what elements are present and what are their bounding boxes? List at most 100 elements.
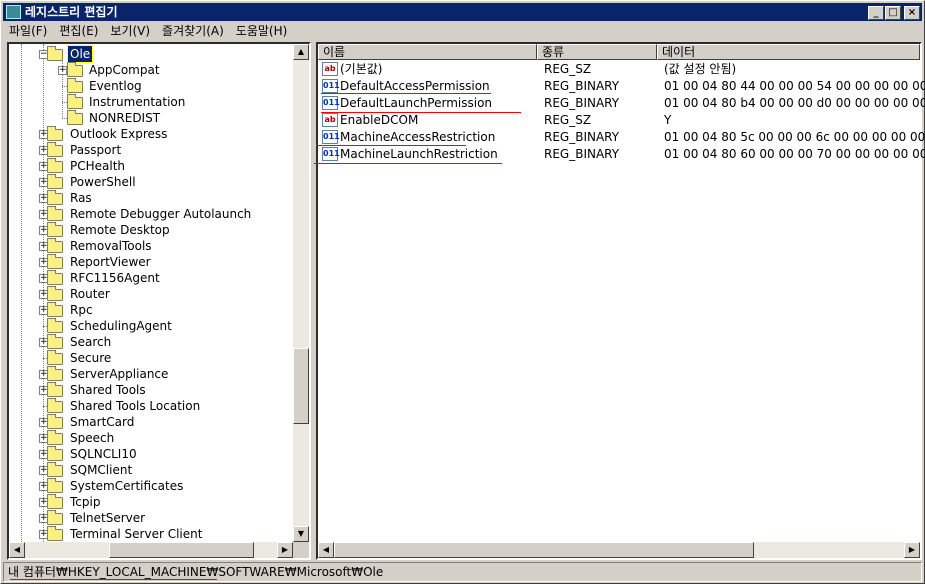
tree-item[interactable]: Shared Tools Location: [9, 398, 293, 414]
folder-icon: [47, 494, 63, 509]
tree-item-label: SystemCertificates: [70, 479, 184, 493]
tree-item[interactable]: + RFC1156Agent: [9, 270, 293, 286]
tree-item-label: Tcpip: [70, 495, 101, 509]
tree-item-label: ReportViewer: [70, 255, 151, 269]
tree-item-label: NONREDIST: [89, 111, 161, 125]
tree-item[interactable]: + AppCompat: [9, 62, 293, 78]
scroll-left-button[interactable]: ◀: [318, 542, 334, 558]
scroll-left-button[interactable]: ◀: [9, 542, 25, 558]
scroll-thumb[interactable]: [334, 542, 754, 558]
column-header-type[interactable]: 종류: [537, 44, 657, 60]
folder-icon: [47, 398, 63, 413]
tree-vertical-scrollbar[interactable]: ▲ ▼: [293, 44, 309, 542]
tree-item[interactable]: + Ras: [9, 190, 293, 206]
folder-icon: [47, 126, 63, 141]
value-type: REG_SZ: [544, 113, 592, 127]
tree-item[interactable]: + ServerAppliance: [9, 366, 293, 382]
maximize-button[interactable]: □: [885, 6, 901, 20]
tree-item[interactable]: + Rpc: [9, 302, 293, 318]
tree-item[interactable]: + Router: [9, 286, 293, 302]
tree-item[interactable]: + Terminal Server Client: [9, 526, 293, 542]
scroll-right-button[interactable]: ▶: [904, 542, 920, 558]
folder-icon: [47, 414, 63, 429]
tree-item[interactable]: + Shared Tools: [9, 382, 293, 398]
tree-item[interactable]: Eventlog: [9, 78, 293, 94]
minimize-button[interactable]: _: [868, 6, 884, 20]
tree-item[interactable]: + PowerShell: [9, 174, 293, 190]
scroll-thumb[interactable]: [293, 348, 309, 424]
tree-item[interactable]: + Remote Debugger Autolaunch: [9, 206, 293, 222]
tree-item[interactable]: + Remote Desktop: [9, 222, 293, 238]
key-tree[interactable]: − Ole + AppCompat Eventlog Instrumentation NON…: [7, 42, 311, 560]
binary-value-icon: 011: [322, 79, 340, 93]
tree-item[interactable]: + RemovalTools: [9, 238, 293, 254]
value-type: REG_BINARY: [544, 130, 620, 144]
tree-item-label: TelnetServer: [70, 511, 146, 525]
tree-horizontal-scrollbar[interactable]: ◀ ▶: [9, 542, 293, 558]
value-row[interactable]: 011 MachineLaunchRestriction REG_BINARY 01 …: [314, 146, 925, 164]
list-horizontal-scrollbar[interactable]: ◀ ▶: [318, 542, 920, 558]
value-name: EnableDCOM: [340, 113, 419, 127]
registry-editor-icon: [6, 5, 21, 19]
tree-item-label: Remote Debugger Autolaunch: [70, 207, 252, 221]
tree-item[interactable]: + Speech: [9, 430, 293, 446]
scroll-right-button[interactable]: ▶: [277, 542, 293, 558]
tree-item[interactable]: Secure: [9, 350, 293, 366]
tree-item-label: Search: [70, 335, 112, 349]
tree-item-label: Ole: [66, 45, 94, 63]
folder-icon: [47, 350, 63, 365]
scroll-down-button[interactable]: ▼: [293, 526, 309, 542]
value-data: 01 00 04 80 b4 00 00 00 d0 00 00 00 00 0…: [664, 96, 925, 110]
status-path: 내 컴퓨터₩HKEY_LOCAL_MACHINE₩SOFTWARE₩Micros…: [8, 565, 384, 579]
tree-item-label: Passport: [70, 143, 122, 157]
value-name: DefaultAccessPermission: [340, 79, 490, 93]
scroll-thumb[interactable]: [109, 542, 254, 558]
tree-item[interactable]: Instrumentation: [9, 94, 293, 110]
tree-item[interactable]: + SmartCard: [9, 414, 293, 430]
expand-icon[interactable]: +: [58, 66, 67, 75]
value-data: (값 설정 안됨): [664, 62, 737, 76]
tree-item-label: Secure: [70, 351, 112, 365]
menu-help[interactable]: 도움말(H): [230, 22, 294, 41]
value-row[interactable]: ab EnableDCOM REG_SZ Y: [318, 112, 920, 128]
tree-item[interactable]: + SQLNCLI10: [9, 446, 293, 462]
value-type: REG_BINARY: [544, 79, 620, 93]
tree-item-label: SmartCard: [70, 415, 135, 429]
tree-item[interactable]: + Search: [9, 334, 293, 350]
tree-item[interactable]: + Tcpip: [9, 494, 293, 510]
folder-icon: [47, 526, 63, 541]
folder-icon: [47, 318, 63, 333]
tree-item[interactable]: + ReportViewer: [9, 254, 293, 270]
folder-icon: [47, 190, 63, 205]
folder-icon: [47, 462, 63, 477]
value-row[interactable]: 011 MachineAccessRestriction REG_BINARY 01 …: [316, 129, 925, 146]
column-header-name[interactable]: 이름: [318, 44, 537, 60]
menu-bar: 파일(F) 편집(E) 보기(V) 즐겨찾기(A) 도움말(H): [3, 22, 293, 41]
value-row[interactable]: ab (기본값) REG_SZ (값 설정 안됨): [318, 61, 920, 77]
tree-item[interactable]: SchedulingAgent: [9, 318, 293, 334]
tree-item[interactable]: + SQMClient: [9, 462, 293, 478]
menu-file[interactable]: 파일(F): [3, 22, 53, 41]
tree-item[interactable]: − Ole: [9, 45, 293, 63]
tree-item[interactable]: NONREDIST: [9, 110, 293, 126]
close-button[interactable]: ×: [904, 6, 920, 20]
scroll-up-button[interactable]: ▲: [293, 44, 309, 60]
value-list[interactable]: 이름 종류 데이터 ab (기본값) REG_SZ (값 설정 안됨) 011 Defau…: [314, 42, 925, 560]
column-header-data[interactable]: 데이터: [657, 44, 920, 60]
tree-item[interactable]: + Passport: [9, 142, 293, 158]
tree-item-label: SQLNCLI10: [70, 447, 137, 461]
value-row[interactable]: 011 DefaultLaunchPermission REG_BINARY 01 0…: [318, 95, 925, 113]
menu-edit[interactable]: 편집(E): [53, 22, 104, 41]
menu-view[interactable]: 보기(V): [104, 22, 156, 41]
tree-item[interactable]: + Outlook Express: [9, 126, 293, 142]
tree-item-label: Outlook Express: [70, 127, 168, 141]
menu-favorites[interactable]: 즐겨찾기(A): [156, 22, 230, 41]
folder-icon: [47, 382, 63, 397]
tree-item[interactable]: + SystemCertificates: [9, 478, 293, 494]
value-data: 01 00 04 80 5c 00 00 00 6c 00 00 00 00 0…: [664, 130, 925, 144]
value-name: (기본값): [340, 62, 383, 76]
tree-item[interactable]: + TelnetServer: [9, 510, 293, 526]
tree-item[interactable]: + PCHealth: [9, 158, 293, 174]
value-row[interactable]: 011 DefaultAccessPermission REG_BINARY 01 0…: [318, 78, 925, 94]
value-data: Y: [664, 113, 672, 127]
